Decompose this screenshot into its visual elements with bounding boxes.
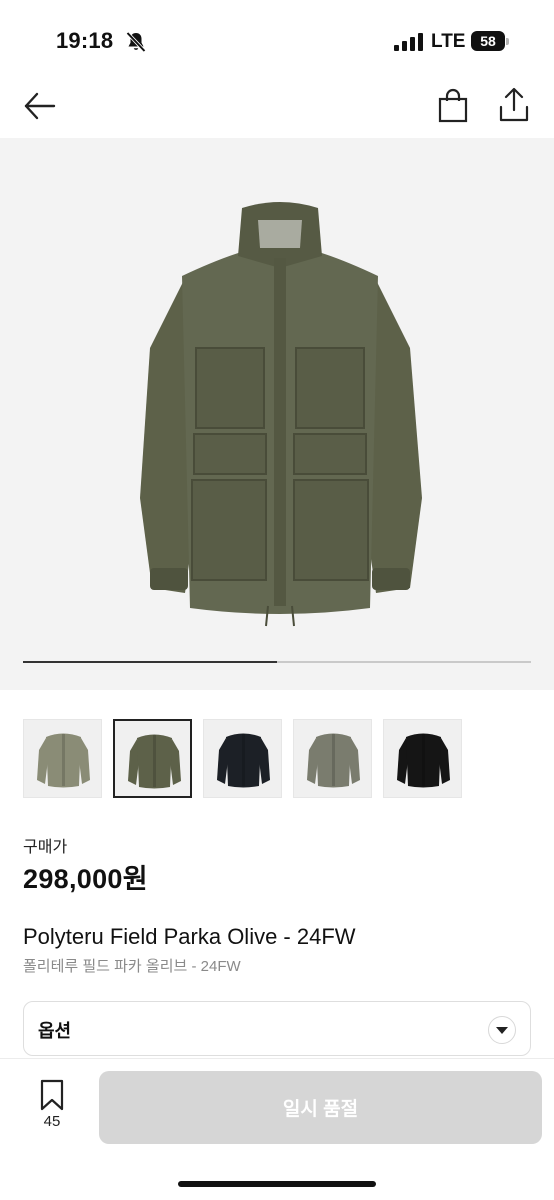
bottom-action-bar: 45 일시 품절 <box>0 1058 554 1200</box>
status-time: 19:18 <box>56 28 114 53</box>
thumbnail-grey-olive[interactable] <box>293 719 372 798</box>
product-title: Polyteru Field Parka Olive - 24FW <box>23 924 356 949</box>
sold-out-button[interactable]: 일시 품절 <box>99 1071 542 1144</box>
option-dropdown[interactable]: 옵션 <box>23 1001 531 1056</box>
jacket-thumbnail-image <box>307 733 360 788</box>
battery-icon: 58 <box>471 31 509 51</box>
gallery-progress-fill <box>23 661 277 663</box>
bell-off-icon <box>126 31 146 53</box>
product-subtitle: 폴리테루 필드 파카 올리브 - 24FW <box>23 958 241 975</box>
signal-icon <box>394 33 423 51</box>
thumbnail-olive[interactable] <box>113 719 192 798</box>
status-bar: 19:18 LTE 58 <box>0 0 554 80</box>
bookmark-button[interactable]: 45 <box>30 1079 74 1139</box>
jacket-thumbnail-image <box>397 733 450 788</box>
bookmark-count: 45 <box>43 1113 61 1130</box>
thumbnail-navy[interactable] <box>203 719 282 798</box>
product-image-gallery[interactable] <box>0 138 554 690</box>
home-indicator <box>178 1181 376 1187</box>
thumbnail-light-olive[interactable] <box>23 719 102 798</box>
jacket-thumbnail-image <box>37 733 90 788</box>
price-value: 298,000원 <box>23 864 148 894</box>
thumbnail-black[interactable] <box>383 719 462 798</box>
option-label: 옵션 <box>38 1021 72 1041</box>
chevron-down-icon <box>488 1016 516 1044</box>
battery-level: 58 <box>471 31 505 51</box>
shopping-bag-icon[interactable] <box>436 88 470 124</box>
thumbnail-strip <box>23 719 462 798</box>
jacket-thumbnail-image <box>128 734 181 789</box>
product-image <box>140 202 422 627</box>
price-label: 구매가 <box>23 839 68 856</box>
bookmark-icon <box>40 1079 64 1111</box>
gallery-progress-track <box>23 661 531 663</box>
jacket-thumbnail-image <box>217 733 270 788</box>
network-type: LTE <box>431 31 466 52</box>
top-navigation <box>0 80 554 136</box>
share-icon[interactable] <box>496 86 532 124</box>
back-arrow-icon[interactable] <box>22 88 58 124</box>
